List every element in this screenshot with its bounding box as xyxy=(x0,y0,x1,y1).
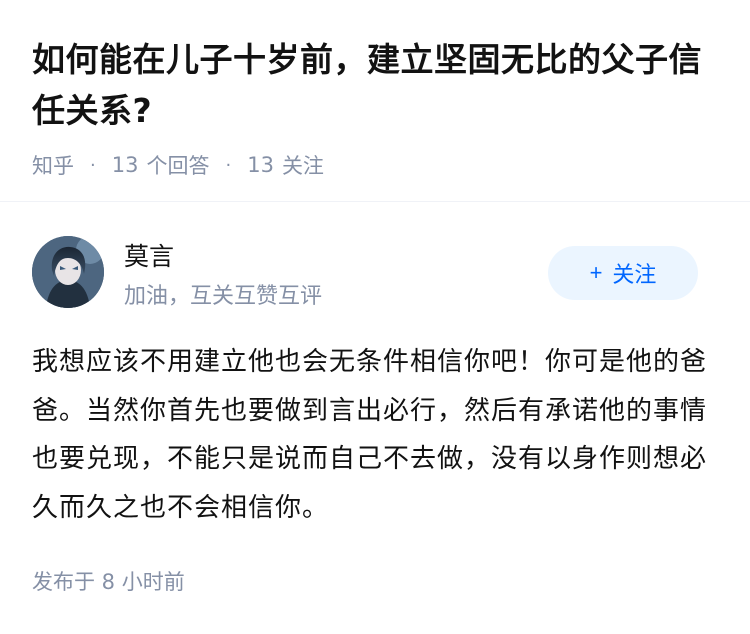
answer-card: 莫言 加油，互关互赞互评 + 关注 我想应该不用建立他也会无条件相信你吧！你可是… xyxy=(0,202,750,594)
author-name[interactable]: 莫言 xyxy=(124,237,174,273)
answer-count-label[interactable]: 个回答 xyxy=(146,150,209,180)
follow-count: 13 xyxy=(247,153,274,177)
follow-button-label: 关注 xyxy=(612,262,657,287)
separator-dot: · xyxy=(225,154,232,176)
author-bio: 加油，互关互赞互评 xyxy=(124,284,323,309)
author-row: 莫言 加油，互关互赞互评 + 关注 xyxy=(0,202,750,312)
plus-icon: + xyxy=(589,260,603,285)
source-label[interactable]: 知乎 xyxy=(32,150,74,180)
answer-content[interactable]: 我想应该不用建立他也会无条件相信你吧！你可是他的爸爸。当然你首先也要做到言出必行… xyxy=(32,338,712,532)
follow-count-label[interactable]: 关注 xyxy=(282,150,324,180)
question-meta: 知乎 · 13 个回答 · 13 关注 xyxy=(32,150,718,180)
page: 如何能在儿子十岁前，建立坚固无比的父子信任关系? 知乎 · 13 个回答 · 1… xyxy=(0,0,750,634)
avatar[interactable] xyxy=(32,236,104,308)
avatar-image xyxy=(32,236,104,308)
question-header: 如何能在儿子十岁前，建立坚固无比的父子信任关系? 知乎 · 13 个回答 · 1… xyxy=(0,0,750,180)
answer-count: 13 xyxy=(111,153,139,177)
question-title[interactable]: 如何能在儿子十岁前，建立坚固无比的父子信任关系? xyxy=(32,34,718,136)
follow-button[interactable]: + 关注 xyxy=(548,246,698,300)
publish-time: 发布于 8 小时前 xyxy=(32,570,185,594)
separator-dot: · xyxy=(90,154,96,176)
